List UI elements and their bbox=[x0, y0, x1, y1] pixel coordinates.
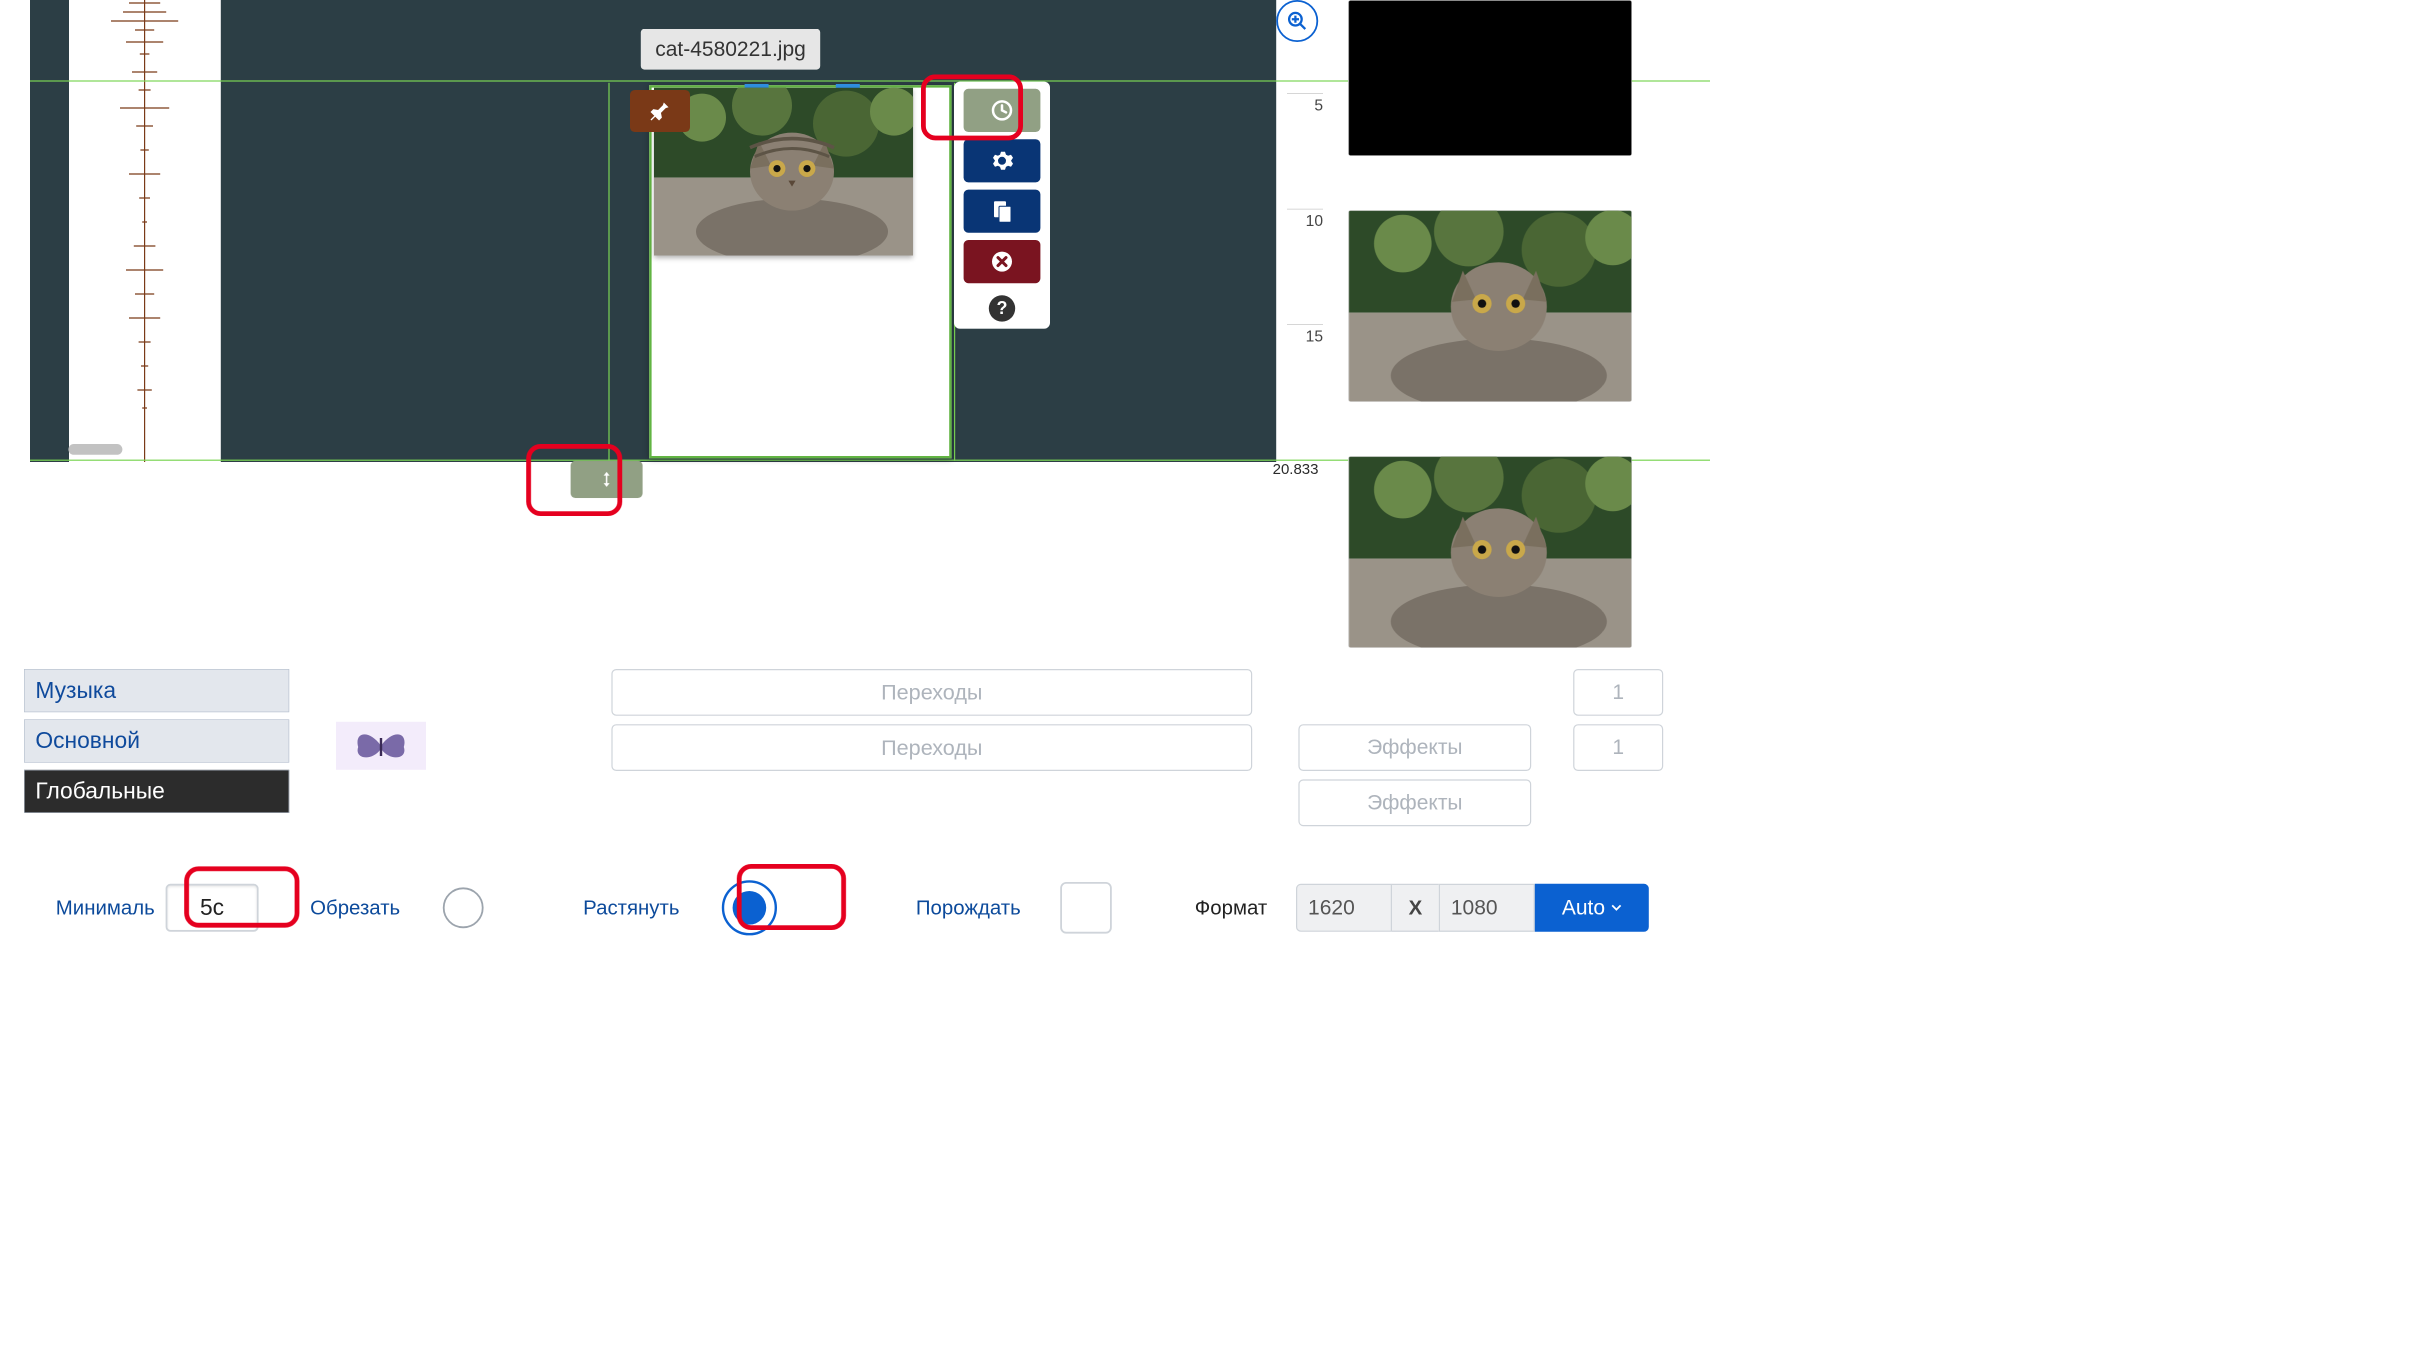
effects-input-1[interactable]: Эффекты bbox=[1298, 724, 1531, 771]
spawn-checkbox[interactable] bbox=[1060, 882, 1112, 934]
chevron-down-icon bbox=[1611, 904, 1622, 911]
settings-button[interactable] bbox=[964, 139, 1041, 182]
close-circle-icon bbox=[990, 250, 1014, 274]
slide-thumb-blank[interactable] bbox=[1348, 0, 1632, 156]
layer-music[interactable]: Музыка bbox=[24, 669, 289, 712]
stretch-radio[interactable] bbox=[722, 880, 777, 935]
count-input-2[interactable]: 1 bbox=[1573, 724, 1663, 771]
image-thumbnail bbox=[654, 88, 913, 256]
gear-icon bbox=[990, 149, 1014, 173]
crop-radio[interactable] bbox=[443, 887, 484, 928]
count-input-1[interactable]: 1 bbox=[1573, 669, 1663, 716]
copy-button[interactable] bbox=[964, 190, 1041, 233]
slide-thumb[interactable] bbox=[1348, 210, 1632, 402]
duration-button[interactable] bbox=[964, 89, 1041, 132]
min-duration-input[interactable] bbox=[166, 884, 259, 932]
item-toolbar: ? bbox=[954, 82, 1050, 329]
time-mark: 10 bbox=[1287, 209, 1323, 231]
spawn-label: Порождать bbox=[916, 896, 1021, 919]
auto-button[interactable]: Auto bbox=[1535, 884, 1649, 932]
clock-icon bbox=[990, 98, 1014, 122]
time-ruler: 5 10 15 20.833 bbox=[1276, 0, 1328, 462]
transitions-input-2[interactable]: Переходы bbox=[611, 724, 1252, 771]
format-label: Формат bbox=[1195, 896, 1267, 919]
help-button[interactable]: ? bbox=[989, 295, 1015, 321]
width-input[interactable] bbox=[1296, 884, 1392, 932]
height-input[interactable] bbox=[1439, 884, 1535, 932]
transitions-input-1[interactable]: Переходы bbox=[611, 669, 1252, 716]
butterfly-icon bbox=[351, 726, 411, 766]
stretch-label: Растянуть bbox=[583, 896, 679, 919]
min-label: Минималь bbox=[56, 896, 155, 919]
copy-icon bbox=[990, 199, 1014, 223]
pin-icon bbox=[649, 100, 672, 123]
effects-input-2[interactable]: Эффекты bbox=[1298, 779, 1531, 826]
layer-main[interactable]: Основной bbox=[24, 719, 289, 762]
resize-vertical-icon bbox=[598, 467, 616, 491]
auto-label: Auto bbox=[1562, 896, 1605, 920]
resize-vertical-handle[interactable] bbox=[571, 461, 643, 498]
time-mark: 15 bbox=[1287, 324, 1323, 346]
timeline-image-item[interactable] bbox=[649, 85, 951, 458]
filename-tooltip: cat-4580221.jpg bbox=[641, 29, 820, 70]
dimension-x: X bbox=[1392, 884, 1439, 932]
delete-button[interactable] bbox=[964, 240, 1041, 283]
butterfly-thumb[interactable] bbox=[336, 722, 426, 770]
audio-waveform-panel[interactable] bbox=[69, 0, 221, 462]
time-end: 20.833 bbox=[1273, 461, 1319, 478]
scrollbar-horizontal[interactable] bbox=[68, 444, 122, 455]
pin-button[interactable] bbox=[630, 90, 690, 132]
slide-thumb[interactable] bbox=[1348, 456, 1632, 648]
help-icon: ? bbox=[996, 298, 1007, 318]
layer-global[interactable]: Глобальные bbox=[24, 770, 289, 813]
selection-guide-left bbox=[608, 83, 609, 461]
crop-label: Обрезать bbox=[310, 896, 400, 919]
time-mark: 5 bbox=[1287, 93, 1323, 115]
